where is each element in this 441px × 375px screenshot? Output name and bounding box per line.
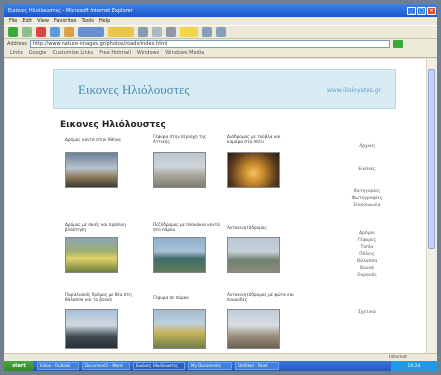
- close-button[interactable]: ×: [427, 6, 436, 15]
- thumb-caption[interactable]: Παραλιακός δρόμος με θέα στη θάλασσα και…: [65, 292, 135, 302]
- highlight-icon[interactable]: [180, 27, 198, 37]
- thumb-caption[interactable]: Γέφυρα στην περιοχή της Αττικής: [153, 134, 223, 144]
- photo-thumbnail[interactable]: [227, 237, 280, 273]
- thumb-caption[interactable]: Διάδρομος με τούβλα και καμάρα στο σπίτι: [227, 134, 297, 144]
- banner-domain[interactable]: www.ilioloystes.gr: [327, 87, 381, 94]
- status-bar: Internet: [4, 353, 437, 361]
- menu-edit[interactable]: Edit: [22, 18, 32, 24]
- link-windows[interactable]: Windows: [137, 50, 159, 56]
- system-tray-clock[interactable]: 10:24: [391, 361, 437, 371]
- vertical-scrollbar[interactable]: [426, 59, 436, 353]
- title-bar[interactable]: Εικόνες Ηλιόλουστες - Microsoft Internet…: [4, 4, 437, 17]
- page-title: Εικονες Ηλιόλουστες: [60, 120, 166, 130]
- photo-thumbnail[interactable]: [65, 237, 118, 273]
- taskbar-item[interactable]: My Documents: [188, 362, 232, 370]
- link-windows-media[interactable]: Windows Media: [165, 50, 204, 56]
- browser-window: Εικόνες Ηλιόλουστες - Microsoft Internet…: [4, 4, 437, 371]
- link-customize[interactable]: Customize Links: [53, 50, 94, 56]
- forward-icon[interactable]: [22, 27, 32, 37]
- refresh-icon[interactable]: [50, 27, 60, 37]
- status-zone: Internet: [389, 355, 407, 360]
- links-label: Links: [10, 50, 23, 56]
- start-button[interactable]: start: [4, 361, 34, 371]
- photo-thumbnail[interactable]: [227, 309, 280, 349]
- sidebar-link[interactable]: Επικοινωνία: [337, 203, 397, 208]
- discuss-icon[interactable]: [216, 27, 226, 37]
- window-title: Εικόνες Ηλιόλουστες - Microsoft Internet…: [8, 7, 133, 14]
- link-hotmail[interactable]: Free Hotmail: [99, 50, 131, 56]
- links-bar: Links Google Customize Links Free Hotmai…: [4, 49, 437, 58]
- home-icon[interactable]: [64, 27, 74, 37]
- taskbar-item[interactable]: Inbox - Outlook: [37, 362, 79, 370]
- menu-favorites[interactable]: Favorites: [54, 18, 77, 24]
- sidebar-link[interactable]: Φωτογραφίες: [337, 196, 397, 201]
- sidebar-link[interactable]: Τοπία: [337, 245, 397, 250]
- photo-thumbnail[interactable]: [227, 152, 280, 188]
- taskbar-item[interactable]: Document1 - Word: [82, 362, 130, 370]
- address-label: Address: [7, 41, 27, 47]
- photo-thumbnail[interactable]: [65, 309, 118, 349]
- sidebar-link[interactable]: Βουνά: [337, 266, 397, 271]
- taskbar-item-active[interactable]: Εικόνες Ηλιόλουστες: [133, 362, 185, 370]
- go-button[interactable]: [392, 40, 403, 48]
- taskbar-item[interactable]: Untitled - Paint: [235, 362, 279, 370]
- menu-tools[interactable]: Tools: [82, 18, 94, 24]
- back-icon[interactable]: [8, 27, 18, 37]
- thumb-caption[interactable]: Δρόμος κοντά στην Αθήνα: [65, 137, 135, 142]
- photo-thumbnail[interactable]: [153, 237, 206, 273]
- menu-file[interactable]: File: [9, 18, 17, 24]
- minimize-button[interactable]: _: [407, 6, 416, 15]
- maximize-button[interactable]: □: [417, 6, 426, 15]
- thumb-caption[interactable]: Πεζόδρομος με πλακάκια κοντά στο πάρκο: [153, 222, 223, 232]
- sidebar-link[interactable]: Αρχική: [337, 144, 397, 149]
- sidebar-link[interactable]: Θάλασσα: [337, 259, 397, 264]
- edit-icon[interactable]: [202, 27, 212, 37]
- taskbar: start Inbox - Outlook Document1 - Word Ε…: [4, 361, 437, 371]
- menu-view[interactable]: View: [37, 18, 49, 24]
- menu-help[interactable]: Help: [99, 18, 110, 24]
- search-icon[interactable]: [78, 27, 104, 37]
- menu-bar: File Edit View Favorites Tools Help: [4, 17, 437, 25]
- sidebar-link[interactable]: Πόλεις: [337, 252, 397, 257]
- address-input[interactable]: http://www.nature-images.gr/photos/roads…: [29, 40, 390, 48]
- print-icon[interactable]: [166, 27, 176, 37]
- photo-thumbnail[interactable]: [153, 152, 206, 188]
- favorites-icon[interactable]: [108, 27, 134, 37]
- toolbar: [4, 25, 437, 39]
- history-icon[interactable]: [138, 27, 148, 37]
- sidebar-link[interactable]: Γέφυρες: [337, 238, 397, 243]
- address-bar: Address http://www.nature-images.gr/phot…: [4, 39, 437, 49]
- scrollbar-thumb[interactable]: [428, 69, 435, 249]
- stop-icon[interactable]: [36, 27, 46, 37]
- thumb-caption[interactable]: Δρόμος με σκιές και πράσινη βλάστηση: [65, 222, 135, 232]
- banner-title: Εικονες Ηλιόλουστες: [78, 82, 190, 97]
- thumb-caption[interactable]: Αυτοκινητόδρομος με φώτα και πινακίδες: [227, 292, 297, 302]
- site-banner[interactable]: Εικονες Ηλιόλουστες www.ilioloystes.gr: [53, 69, 396, 109]
- sidebar-link[interactable]: Δρόμοι: [337, 231, 397, 236]
- mail-icon[interactable]: [152, 27, 162, 37]
- thumb-caption[interactable]: Γέφυρα σε πάρκο: [153, 295, 223, 300]
- sidebar-link[interactable]: Σχετικά: [337, 310, 397, 315]
- page-viewport[interactable]: Εικονες Ηλιόλουστες www.ilioloystes.gr Ε…: [5, 59, 426, 353]
- photo-thumbnail[interactable]: [65, 152, 118, 188]
- photo-thumbnail[interactable]: [153, 309, 206, 349]
- sidebar-link[interactable]: Κατηγορίες: [337, 189, 397, 194]
- sidebar-link[interactable]: Εικόνες: [337, 167, 397, 172]
- thumb-caption[interactable]: Αυτοκινητόδρομος: [227, 225, 297, 230]
- sidebar-link[interactable]: Ουρανός: [337, 273, 397, 278]
- link-google[interactable]: Google: [29, 50, 47, 56]
